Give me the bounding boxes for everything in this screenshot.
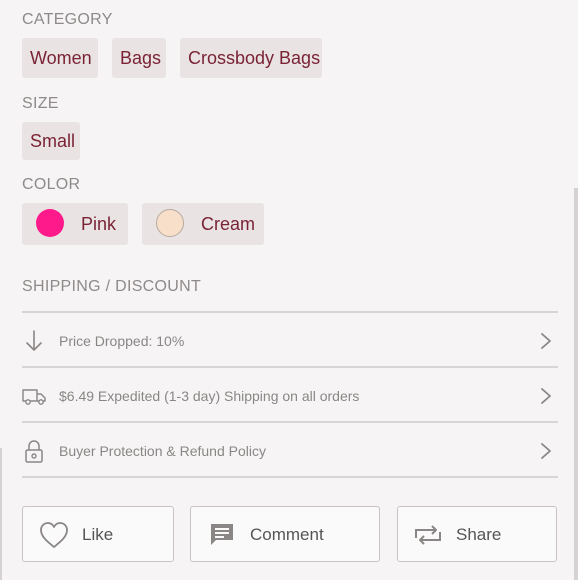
shipping-row[interactable]: $6.49 Expedited (1-3 day) Shipping on al…	[22, 369, 558, 423]
category-chip-women[interactable]: Women	[22, 38, 98, 78]
divider	[22, 476, 558, 478]
share-button[interactable]: Share	[397, 506, 557, 562]
divider	[22, 366, 558, 368]
cream-swatch	[156, 209, 184, 237]
category-chip-bags[interactable]: Bags	[112, 38, 166, 78]
divider	[22, 421, 558, 423]
share-icon	[415, 525, 441, 545]
color-chip-cream[interactable]: Cream	[142, 203, 264, 245]
color-name-pink: Pink	[81, 214, 117, 234]
like-button[interactable]: Like	[22, 506, 174, 562]
truck-icon	[22, 389, 46, 405]
size-label: SIZE	[22, 95, 59, 112]
share-label: Share	[456, 525, 502, 544]
heart-icon	[40, 522, 68, 548]
lock-icon	[25, 440, 43, 463]
color-chip-pink[interactable]: Pink	[22, 203, 128, 245]
buyer-protection-text: Buyer Protection & Refund Policy	[59, 443, 266, 459]
category-chip-crossbody-bags[interactable]: Crossbody Bags	[180, 38, 322, 78]
buyer-protection-row[interactable]: Buyer Protection & Refund Policy	[22, 424, 558, 478]
category-label: CATEGORY	[22, 11, 113, 28]
comment-label: Comment	[250, 525, 324, 544]
size-chip-small[interactable]: Small	[22, 122, 80, 160]
pink-swatch	[36, 209, 64, 237]
color-label: COLOR	[22, 176, 81, 193]
price-dropped-text: Price Dropped: 10%	[59, 333, 185, 349]
divider	[22, 311, 558, 313]
comment-button[interactable]: Comment	[190, 506, 380, 562]
comment-icon	[211, 524, 233, 545]
like-label: Like	[82, 525, 114, 544]
scrollbar[interactable]	[574, 188, 578, 580]
chevron-right-icon	[541, 333, 551, 349]
price-dropped-row[interactable]: Price Dropped: 10%	[22, 314, 558, 368]
chevron-right-icon	[541, 388, 551, 404]
shipping-text: $6.49 Expedited (1-3 day) Shipping on al…	[59, 388, 360, 404]
color-name-cream: Cream	[201, 214, 256, 234]
shipping-discount-label: SHIPPING / DISCOUNT	[22, 278, 202, 295]
arrow-down-icon	[26, 330, 42, 351]
page-edge	[0, 448, 2, 580]
chevron-right-icon	[541, 443, 551, 459]
